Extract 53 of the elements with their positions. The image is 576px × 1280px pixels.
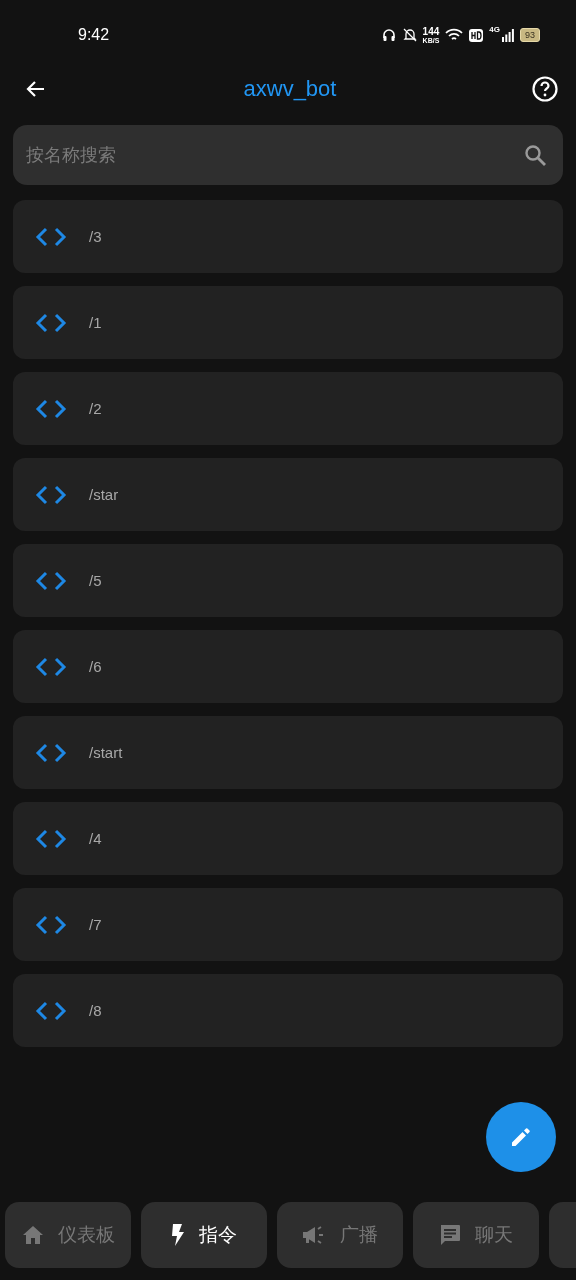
code-icon [35,828,67,849]
command-label: /8 [89,1002,102,1019]
command-item[interactable]: /6 [13,630,563,703]
bell-off-icon [402,28,417,42]
network-type: 4G [489,24,500,34]
wifi-icon [445,28,464,42]
help-icon[interactable] [532,76,558,102]
command-label: /6 [89,658,102,675]
code-icon [35,312,67,333]
headphones-icon [380,27,397,43]
command-item[interactable]: /3 [13,200,563,273]
code-icon [35,656,67,677]
tab-label: 广播 [340,1223,378,1247]
code-icon [35,914,67,935]
command-item[interactable]: /1 [13,286,563,359]
tab-label: 仪表板 [57,1223,115,1247]
command-item[interactable]: /8 [13,974,563,1047]
command-item[interactable]: /start [13,716,563,789]
command-label: /7 [89,916,102,933]
hd-icon [469,28,484,42]
code-icon [35,1000,67,1021]
command-item[interactable]: /7 [13,888,563,961]
search-field[interactable]: 按名称搜索 [13,125,563,185]
code-icon [35,570,67,591]
command-item[interactable]: /star [13,458,563,531]
signal-icon [502,28,514,42]
pencil-icon [509,1125,533,1149]
speed-value: 144 [422,26,440,37]
command-label: /star [89,486,119,503]
nav-tab[interactable]: 指令 [141,1202,267,1268]
tab-label: 聊天 [475,1223,513,1247]
command-label: /4 [89,830,102,847]
chat-icon [439,1224,461,1246]
search-icon[interactable] [523,143,547,167]
command-item[interactable]: /4 [13,802,563,875]
code-icon [35,226,67,247]
command-label: /2 [89,400,102,417]
command-item[interactable]: /2 [13,372,563,445]
status-time: 9:42 [78,26,110,44]
tab-label: 指令 [199,1223,237,1247]
battery-level: 93 [520,28,540,42]
lightning-icon [171,1224,185,1246]
code-icon [35,398,67,419]
home-icon [21,1225,44,1245]
code-icon [35,484,67,505]
command-label: /3 [89,228,102,245]
page-title: axwv_bot [243,76,337,102]
megaphone-icon [302,1225,326,1245]
command-item[interactable]: /5 [13,544,563,617]
command-label: /start [89,744,123,761]
command-label: /5 [89,572,102,589]
code-icon [35,742,67,763]
command-label: /1 [89,314,102,331]
